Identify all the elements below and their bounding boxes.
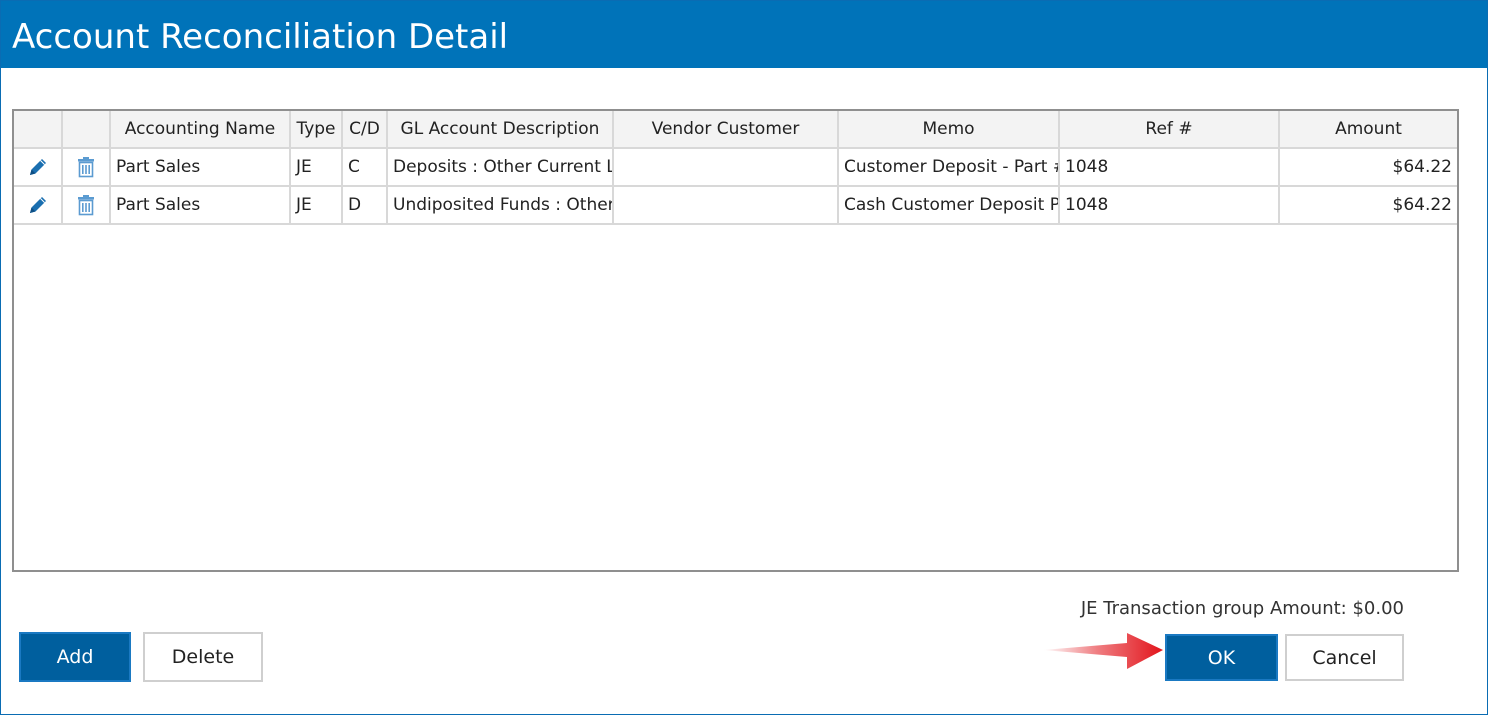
reconciliation-grid: Accounting Name Type C/D GL Account Desc… [12, 109, 1459, 572]
memo-cell: Cash Customer Deposit Pa [838, 186, 1060, 225]
accounting-name-cell: Part Sales [110, 186, 291, 225]
ref-cell: 1048 [1059, 186, 1280, 225]
delete-cell[interactable] [62, 148, 111, 187]
delete-button[interactable]: Delete [143, 632, 263, 682]
vendor-customer-cell [613, 186, 839, 225]
amount-cell: $64.22 [1279, 186, 1457, 225]
col-gl-account-header[interactable]: GL Account Description [387, 111, 614, 149]
delete-cell[interactable] [62, 186, 111, 225]
title-bar: Account Reconciliation Detail [1, 1, 1487, 68]
pencil-icon[interactable] [26, 155, 50, 179]
red-arrow-annotation [1043, 633, 1163, 669]
edit-cell[interactable] [14, 186, 63, 225]
cd-cell: C [342, 148, 388, 187]
col-amount-header[interactable]: Amount [1279, 111, 1457, 149]
col-memo-header[interactable]: Memo [838, 111, 1060, 149]
reconciliation-dialog: Account Reconciliation Detail Accounting… [0, 0, 1488, 715]
memo-cell: Customer Deposit - Part # [838, 148, 1060, 187]
cd-cell: D [342, 186, 388, 225]
dialog-title: Account Reconciliation Detail [12, 17, 509, 57]
vendor-customer-cell [613, 148, 839, 187]
amount-cell: $64.22 [1279, 148, 1457, 187]
trash-icon[interactable] [74, 193, 98, 217]
ref-cell: 1048 [1059, 148, 1280, 187]
cancel-button[interactable]: Cancel [1285, 634, 1404, 681]
col-edit-header [14, 111, 63, 149]
gl-account-cell: Undiposited Funds : Other [387, 186, 614, 225]
type-cell: JE [290, 186, 343, 225]
je-transaction-total: JE Transaction group Amount: $0.00 [1080, 598, 1404, 619]
pencil-icon[interactable] [26, 193, 50, 217]
col-accounting-name-header[interactable]: Accounting Name [110, 111, 291, 149]
type-cell: JE [290, 148, 343, 187]
trash-icon[interactable] [74, 155, 98, 179]
grid-table: Accounting Name Type C/D GL Account Desc… [14, 111, 1457, 225]
accounting-name-cell: Part Sales [110, 148, 291, 187]
gl-account-cell: Deposits : Other Current Lia [387, 148, 614, 187]
edit-cell[interactable] [14, 148, 63, 187]
col-type-header[interactable]: Type [290, 111, 343, 149]
col-delete-header [62, 111, 111, 149]
add-button[interactable]: Add [19, 632, 131, 682]
col-cd-header[interactable]: C/D [342, 111, 388, 149]
ok-button[interactable]: OK [1165, 634, 1278, 681]
table-row[interactable]: Part Sales JE D Undiposited Funds : Othe… [14, 186, 1457, 225]
col-vendor-customer-header[interactable]: Vendor Customer [613, 111, 839, 149]
header-row: Accounting Name Type C/D GL Account Desc… [14, 111, 1457, 149]
col-ref-header[interactable]: Ref # [1059, 111, 1280, 149]
table-row[interactable]: Part Sales JE C Deposits : Other Current… [14, 148, 1457, 187]
